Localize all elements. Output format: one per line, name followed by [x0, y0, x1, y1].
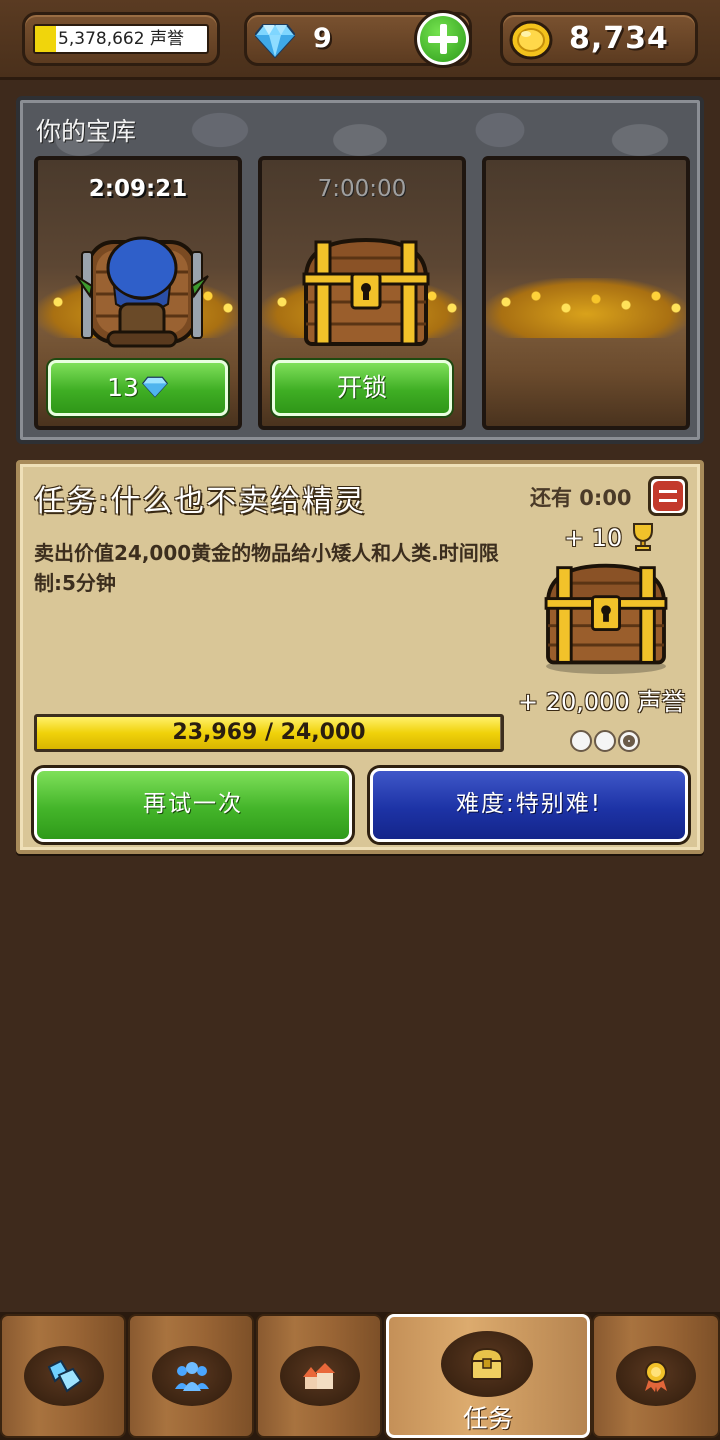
vault-slot-3-empty [482, 156, 690, 430]
quest-panel: 任务:什么也不卖给精灵 还有 0:00 卖出价值24,000黄金的物品给小矮人和… [16, 460, 704, 854]
gem-count: 9 [313, 23, 332, 54]
difficulty-indicator [570, 730, 640, 752]
vault-panel: 你的宝库 2:09:21 13 7:00:00 开锁 [16, 96, 704, 444]
quest-time-left: 还有 0:00 [530, 486, 632, 510]
nav-tab-quests[interactable]: 任务 [386, 1314, 590, 1438]
diamond-icon [141, 376, 168, 398]
speed-up-button[interactable]: 13 [48, 360, 228, 416]
gold-pile-background [486, 278, 686, 338]
reward-trophy: + 10 [564, 522, 656, 552]
bottom-navigation: 任务 [0, 1312, 720, 1440]
slot-timer: 7:00:00 [317, 176, 407, 202]
vault-title: 你的宝库 [36, 117, 137, 146]
quest-progress-text: 23,969 / 24,000 [172, 720, 366, 745]
treasure-chest-icon [302, 237, 430, 346]
nav-icon-background [616, 1346, 696, 1406]
fame-meter[interactable]: 5,378,662 声誉 [22, 12, 220, 66]
unlock-button[interactable]: 开锁 [272, 360, 452, 416]
difficulty-circle [570, 730, 592, 752]
retry-button[interactable]: 再试一次 [34, 768, 352, 842]
nav-icon-background [24, 1346, 104, 1406]
difficulty-button[interactable]: 难度:特别难! [370, 768, 688, 842]
swap-icon [653, 481, 683, 511]
gems-icon [47, 1359, 83, 1393]
goblin-chest-icon [75, 236, 209, 348]
reward-trophy-amount: + 10 [564, 524, 623, 552]
reward-fame: + 20,000 声誉 [518, 688, 686, 716]
trophy-icon [632, 523, 653, 551]
quest-description: 卖出价值24,000黄金的物品给小矮人和人类.时间限制:5分钟 [34, 541, 499, 595]
nav-tab-gems[interactable] [0, 1314, 126, 1438]
nav-tab-town[interactable] [256, 1314, 382, 1438]
reward-chest-icon [544, 563, 668, 674]
plus-icon [420, 16, 466, 62]
gold-count: 8,734 [569, 21, 669, 56]
people-icon [175, 1362, 209, 1391]
difficulty-circle [594, 730, 616, 752]
nav-icon-background [441, 1331, 533, 1397]
diamond-icon [255, 24, 295, 59]
difficulty-circle [618, 730, 640, 752]
medal-icon [645, 1361, 667, 1392]
fame-progress-bar: 5,378,662 声誉 [33, 24, 209, 54]
vault-slot-1[interactable]: 2:09:21 13 [34, 156, 242, 430]
swap-quest-button[interactable] [648, 476, 688, 516]
nav-tab-achievements[interactable] [592, 1314, 720, 1438]
nav-icon-background [280, 1346, 360, 1406]
nav-icon-background [152, 1346, 232, 1406]
gold-coin-icon [509, 20, 553, 60]
fame-value: 5,378,662 声誉 [58, 29, 184, 49]
town-icon [303, 1363, 335, 1389]
quest-progress-bar: 23,969 / 24,000 [34, 714, 504, 752]
slot-timer: 2:09:21 [88, 176, 188, 202]
buy-gems-button[interactable] [414, 10, 472, 68]
chest-icon [470, 1347, 504, 1380]
top-status-bar: 5,378,662 声誉 9 8,734 [0, 0, 720, 80]
nav-tab-customers[interactable] [128, 1314, 254, 1438]
speed-up-cost: 13 [107, 373, 139, 402]
nav-tab-label: 任务 [462, 1404, 513, 1433]
gold-counter: 8,734 [500, 12, 698, 66]
quest-title: 任务:什么也不卖给精灵 [34, 484, 367, 519]
vault-slot-2[interactable]: 7:00:00 开锁 [258, 156, 466, 430]
